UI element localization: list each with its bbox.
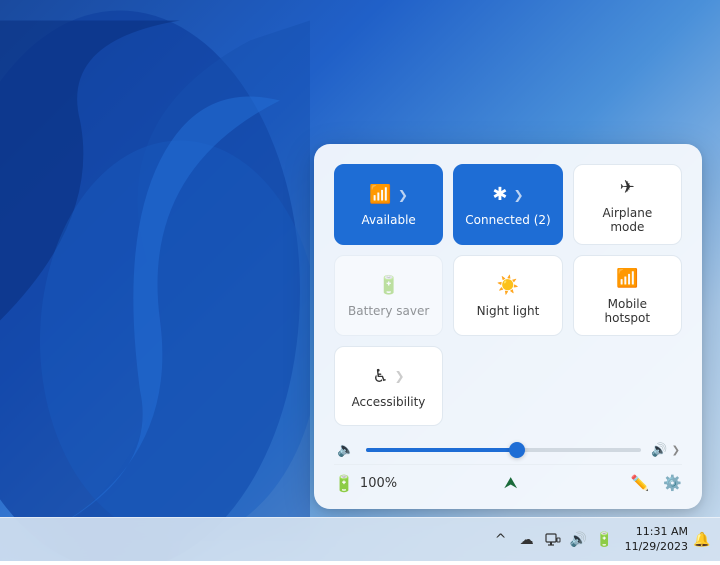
airplane-toggle[interactable]: ✈ Airplane mode (573, 164, 682, 245)
edit-icon[interactable]: ✏️ (631, 474, 650, 492)
toggle-grid-row1: 📶 ❯ Available ✱ ❯ Connected (2) ✈ Airpla… (334, 164, 682, 245)
accessibility-icon: ♿ (372, 366, 388, 387)
airplane-icon: ✈ (620, 177, 635, 198)
battery-saver-toggle[interactable]: 🔋 Battery saver (334, 255, 443, 336)
taskbar-display-icon[interactable] (543, 530, 563, 550)
taskbar-volume-icon[interactable]: 🔊 (569, 530, 589, 550)
accessibility-arrow-icon: ❯ (395, 369, 405, 383)
accessibility-toggle[interactable]: ♿ ❯ Accessibility (334, 346, 443, 426)
taskbar-date-display: 11/29/2023 (625, 540, 688, 554)
volume-settings-icon[interactable]: 🔊 ❯ (651, 443, 680, 458)
night-light-toggle[interactable]: ☀️ Night light (453, 255, 562, 336)
battery-saver-icon: 🔋 (377, 275, 399, 296)
quick-settings-footer: 🔋 100% ⮝ ✏️ ⚙️ (334, 464, 682, 493)
night-light-label: Night light (477, 304, 540, 318)
wifi-arrow-icon: ❯ (398, 188, 408, 202)
battery-status-icon: 🔋 (334, 474, 354, 493)
desktop: 📶 ❯ Available ✱ ❯ Connected (2) ✈ Airpla… (0, 0, 720, 561)
taskbar-cloud-icon[interactable]: ☁ (517, 530, 537, 550)
volume-slider-thumb[interactable] (509, 442, 525, 458)
taskbar-battery-icon[interactable]: 🔋 (595, 530, 615, 550)
volume-slider-fill (366, 448, 517, 452)
volume-slider-track[interactable] (366, 448, 641, 452)
battery-percent: 100% (360, 476, 397, 491)
taskbar-system-icons: ^ ☁ 🔊 🔋 (491, 530, 615, 550)
wifi-icon: 📶 (369, 184, 391, 205)
desktop-swirl (0, 0, 310, 561)
bluetooth-icon: ✱ (492, 184, 507, 205)
battery-info: 🔋 100% (334, 474, 397, 493)
hotspot-icon: 📶 (616, 268, 638, 289)
footer-actions: ✏️ ⚙️ (631, 474, 682, 492)
wifi-toggle[interactable]: 📶 ❯ Available (334, 164, 443, 245)
bluetooth-label: Connected (2) (465, 213, 550, 227)
taskbar-time-display: 11:31 AM (636, 525, 688, 539)
cursor-icon: ⮝ (504, 473, 518, 492)
toggle-grid-row2: 🔋 Battery saver ☀️ Night light 📶 Mobile … (334, 255, 682, 336)
wifi-label: Available (362, 213, 416, 227)
night-light-icon: ☀️ (497, 275, 519, 296)
cursor-area: ⮝ (504, 473, 524, 493)
airplane-label: Airplane mode (584, 206, 671, 234)
mobile-hotspot-toggle[interactable]: 📶 Mobile hotspot (573, 255, 682, 336)
accessibility-label: Accessibility (352, 395, 426, 409)
taskbar-clock[interactable]: 11:31 AM 11/29/2023 (625, 525, 688, 554)
volume-left-icon: 🔈 (336, 442, 356, 458)
taskbar-chevron-icon[interactable]: ^ (491, 530, 511, 550)
bluetooth-arrow-icon: ❯ (514, 188, 524, 202)
notification-bell-icon[interactable]: 🔔 (692, 530, 712, 550)
bluetooth-toggle[interactable]: ✱ ❯ Connected (2) (453, 164, 562, 245)
battery-saver-label: Battery saver (348, 304, 429, 318)
volume-slider-row: 🔈 🔊 ❯ (334, 442, 682, 458)
toggle-grid-row3: ♿ ❯ Accessibility (334, 346, 682, 426)
quick-settings-panel: 📶 ❯ Available ✱ ❯ Connected (2) ✈ Airpla… (314, 144, 702, 509)
settings-icon[interactable]: ⚙️ (663, 474, 682, 492)
hotspot-label: Mobile hotspot (584, 297, 671, 325)
taskbar: ^ ☁ 🔊 🔋 11:31 AM 11/29/2023 🔔 (0, 517, 720, 561)
